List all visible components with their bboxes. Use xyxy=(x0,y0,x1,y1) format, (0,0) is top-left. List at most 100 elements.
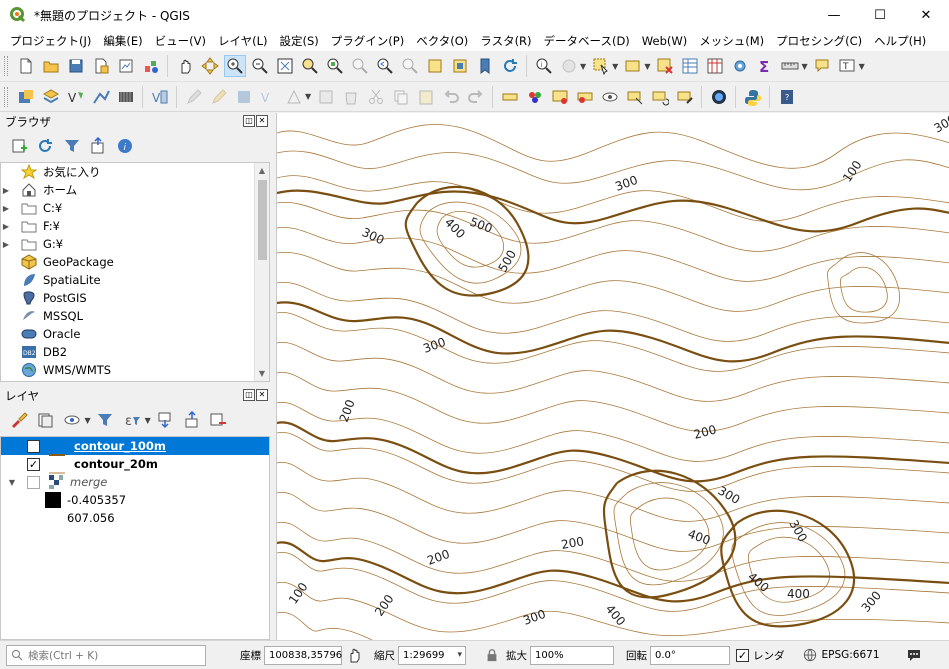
select-features-icon[interactable] xyxy=(590,55,612,77)
show-hide-labels-icon[interactable] xyxy=(599,86,621,108)
copy-features-icon[interactable] xyxy=(390,86,412,108)
filter-by-expression-icon[interactable]: ε xyxy=(121,409,143,431)
browser-item-wms[interactable]: WMS/WMTS xyxy=(1,361,269,379)
add-vector-layer-icon[interactable]: V xyxy=(65,86,87,108)
new-map-view-icon[interactable] xyxy=(424,55,446,77)
zoom-last-icon[interactable] xyxy=(374,55,396,77)
zoom-to-selection-icon[interactable] xyxy=(299,55,321,77)
expand-arrow-icon[interactable]: ▶ xyxy=(1,240,11,249)
layer-visibility-checkbox[interactable]: ✓ xyxy=(27,457,40,471)
close-button[interactable]: ✕ xyxy=(903,0,949,30)
new-shapefile-icon[interactable]: V xyxy=(149,86,171,108)
scrollbar-thumb[interactable] xyxy=(258,180,267,260)
zoom-out-icon[interactable] xyxy=(249,55,271,77)
zoom-full-icon[interactable] xyxy=(274,55,296,77)
filter-legend-icon[interactable] xyxy=(94,409,116,431)
toggle-editing-icon[interactable] xyxy=(183,86,205,108)
python-console-icon[interactable] xyxy=(742,86,764,108)
menu-view[interactable]: ビュー(V) xyxy=(149,33,212,49)
map-tips-icon[interactable] xyxy=(811,55,833,77)
pan-to-selection-icon[interactable] xyxy=(199,55,221,77)
layer-visibility-checkbox[interactable]: ✓ xyxy=(27,439,40,453)
highlight-labels-icon[interactable] xyxy=(574,86,596,108)
zoom-next-icon[interactable] xyxy=(399,55,421,77)
add-raster-layer-icon[interactable] xyxy=(115,86,137,108)
manage-visibility-icon[interactable] xyxy=(61,409,83,431)
add-layer-icon[interactable] xyxy=(40,86,62,108)
add-group-icon[interactable] xyxy=(34,409,56,431)
pencil-icon[interactable] xyxy=(208,86,230,108)
processing-toolbox-icon[interactable] xyxy=(729,55,751,77)
menu-help[interactable]: ヘルプ(H) xyxy=(868,33,932,49)
label-style-icon[interactable] xyxy=(524,86,546,108)
float-panel-icon[interactable]: ◫ xyxy=(243,389,255,401)
menu-processing[interactable]: プロセシング(C) xyxy=(770,33,868,49)
close-panel-icon[interactable]: ✕ xyxy=(256,389,268,401)
filter-browser-icon[interactable] xyxy=(61,135,83,157)
menu-layer[interactable]: レイヤ(L) xyxy=(212,33,274,49)
properties-info-icon[interactable]: i xyxy=(114,135,136,157)
browser-item-mssql[interactable]: MSSQL xyxy=(1,307,269,325)
float-panel-icon[interactable]: ◫ xyxy=(243,115,255,127)
browser-item-oracle[interactable]: Oracle xyxy=(1,325,269,343)
new-project-icon[interactable] xyxy=(15,55,37,77)
expand-arrow-icon[interactable]: ▶ xyxy=(1,222,11,231)
add-feature-icon[interactable]: V xyxy=(258,86,280,108)
collapse-all-icon[interactable] xyxy=(87,135,109,157)
close-panel-icon[interactable]: ✕ xyxy=(256,115,268,127)
undo-icon[interactable] xyxy=(440,86,462,108)
browser-item-drive-c[interactable]: ▶ C:¥ xyxy=(1,199,269,217)
collapse-arrow-icon[interactable]: ▼ xyxy=(7,478,17,487)
layer-item-contour-20m[interactable]: ✓ contour_20m xyxy=(1,455,269,474)
toolbar-grip[interactable] xyxy=(4,86,8,107)
messages-icon[interactable] xyxy=(906,647,922,663)
cut-features-icon[interactable] xyxy=(365,86,387,108)
expand-arrow-icon[interactable]: ▶ xyxy=(1,186,11,195)
collapse-all-icon[interactable] xyxy=(181,409,203,431)
layer-item-merge[interactable]: ▼ merge xyxy=(1,473,269,491)
add-selected-layers-icon[interactable] xyxy=(8,135,30,157)
menu-database[interactable]: データベース(D) xyxy=(538,33,636,49)
actions-icon[interactable] xyxy=(558,55,580,77)
vertex-tool-icon[interactable] xyxy=(283,86,305,108)
browser-item-home[interactable]: ▶ ホーム xyxy=(1,181,269,199)
crs-globe-icon[interactable] xyxy=(802,647,818,663)
maximize-button[interactable]: ☐ xyxy=(857,0,903,30)
menu-plugins[interactable]: プラグイン(P) xyxy=(325,33,410,49)
quickmapservices-icon[interactable] xyxy=(708,86,730,108)
delete-selected-icon[interactable] xyxy=(340,86,362,108)
browser-item-drive-f[interactable]: ▶ F:¥ xyxy=(1,217,269,235)
locator-search-input[interactable]: 検索(Ctrl + K) xyxy=(6,644,206,666)
menu-settings[interactable]: 設定(S) xyxy=(274,33,325,49)
save-edits-icon[interactable] xyxy=(233,86,255,108)
browser-scrollbar[interactable]: ▲ ▼ xyxy=(254,163,269,381)
style-manager-icon[interactable] xyxy=(140,55,162,77)
menu-edit[interactable]: 編集(E) xyxy=(97,33,148,49)
expand-all-icon[interactable] xyxy=(154,409,176,431)
lock-scale-icon[interactable] xyxy=(484,647,500,663)
render-checkbox[interactable]: ✓ xyxy=(736,648,749,662)
menu-web[interactable]: Web(W) xyxy=(636,34,693,48)
minimize-button[interactable]: — xyxy=(811,0,857,30)
browser-item-db2[interactable]: DB2 DB2 xyxy=(1,343,269,361)
move-label-icon[interactable] xyxy=(624,86,646,108)
zoom-native-icon[interactable] xyxy=(349,55,371,77)
add-line-layer-icon[interactable] xyxy=(90,86,112,108)
layer-item-contour-100m[interactable]: ✓ contour_100m xyxy=(1,437,269,456)
rotate-label-icon[interactable] xyxy=(649,86,671,108)
statistics-sum-icon[interactable]: Σ xyxy=(754,55,776,77)
label-toolbar-icon[interactable] xyxy=(499,86,521,108)
scale-combo[interactable]: 1:29699 xyxy=(398,645,466,665)
pan-icon[interactable] xyxy=(174,55,196,77)
browser-item-spatialite[interactable]: SpatiaLite xyxy=(1,271,269,289)
contour-map[interactable]: 300 100 300 400 500 500 300 200 200 300 … xyxy=(277,113,949,640)
rotation-spinbox[interactable]: 0.0° xyxy=(650,645,730,665)
identify-icon[interactable]: i xyxy=(533,55,555,77)
scroll-up-arrow-icon[interactable]: ▲ xyxy=(255,163,269,178)
print-layout-icon[interactable] xyxy=(115,55,137,77)
paste-features-icon[interactable] xyxy=(415,86,437,108)
change-label-icon[interactable] xyxy=(674,86,696,108)
refresh-icon[interactable] xyxy=(499,55,521,77)
redo-icon[interactable] xyxy=(465,86,487,108)
text-annotation-icon[interactable]: T xyxy=(836,55,858,77)
